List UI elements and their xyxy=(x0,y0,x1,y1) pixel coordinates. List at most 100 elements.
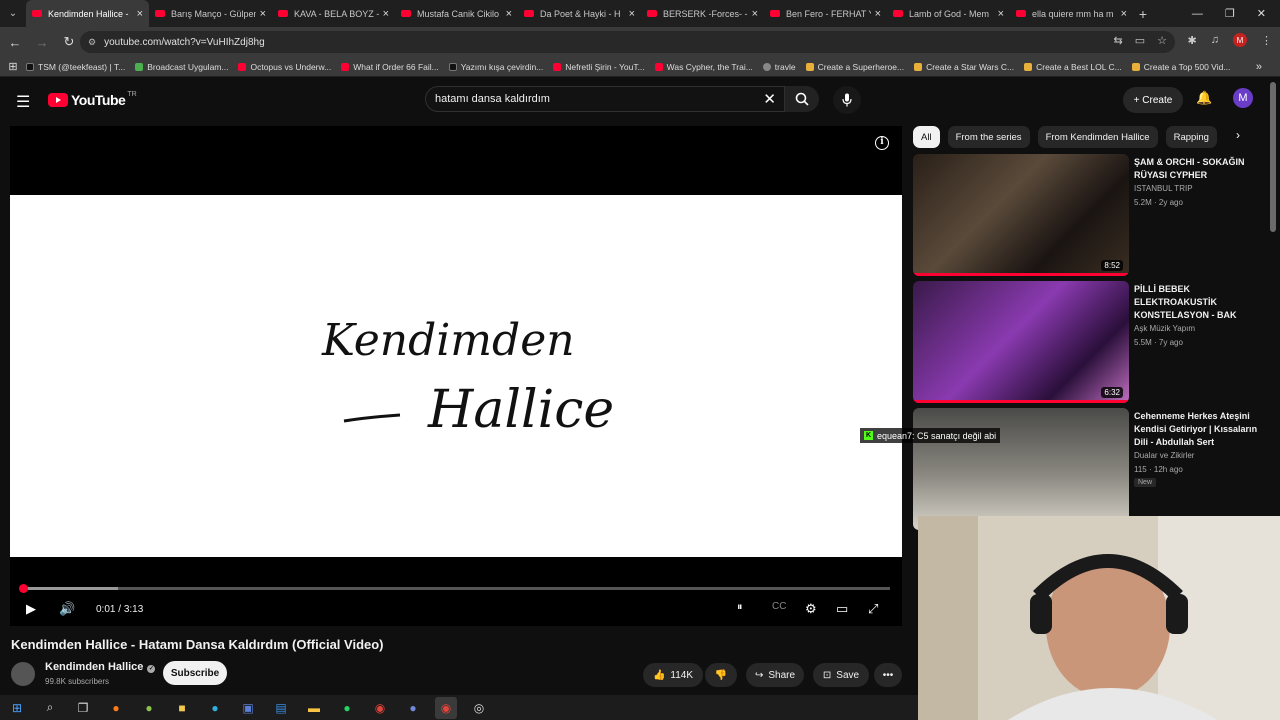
bookmark-item[interactable]: Broadcast Uygulam... xyxy=(135,62,228,72)
bookmarks-overflow-icon[interactable]: » xyxy=(1256,61,1262,73)
bookmark-item[interactable]: Nefretli Şirin - YouT... xyxy=(553,62,645,72)
chrome-active-icon[interactable]: ◉ xyxy=(435,696,457,719)
more-actions-button[interactable]: ••• xyxy=(874,663,902,687)
browser-tab[interactable]: Mustafa Canik Cikilo × xyxy=(395,0,518,27)
like-button[interactable]: 👍 114K xyxy=(643,663,703,687)
media-controls-icon[interactable]: ♫ xyxy=(1211,34,1219,46)
chrome-icon[interactable]: ◉ xyxy=(369,697,391,719)
captions-icon[interactable]: CC xyxy=(772,601,786,612)
volume-icon[interactable]: 🔊 xyxy=(59,601,75,617)
browser-tab[interactable]: BERSERK -Forces- - Y × xyxy=(641,0,764,27)
bookmark-item[interactable]: Octopus vs Underw... xyxy=(238,62,331,72)
close-tab-icon[interactable]: × xyxy=(383,8,389,20)
notifications-bell-icon[interactable]: 🔔 xyxy=(1196,90,1212,106)
close-tab-icon[interactable]: × xyxy=(998,8,1004,20)
back-icon[interactable]: ← xyxy=(3,35,27,50)
edge-icon[interactable]: ● xyxy=(204,697,226,719)
fullscreen-icon[interactable]: ⤢ xyxy=(868,601,878,617)
store-icon[interactable]: ■ xyxy=(171,697,193,719)
bookmark-item[interactable]: travle xyxy=(762,62,796,72)
close-tab-icon[interactable]: × xyxy=(137,8,143,20)
search-button[interactable] xyxy=(785,86,819,112)
browser-menu-icon[interactable]: ⋮ xyxy=(1261,34,1272,47)
page-scrollbar[interactable] xyxy=(1270,82,1276,232)
close-window-icon[interactable]: ✕ xyxy=(1257,7,1266,20)
windows-start-icon[interactable]: ⊞ xyxy=(6,697,28,719)
youtube-logo[interactable]: YouTube TR xyxy=(48,91,137,108)
bookmark-item[interactable]: Was Cypher, the Trai... xyxy=(654,62,753,72)
translate-icon[interactable]: ⇆ xyxy=(1114,34,1123,47)
thumbnail[interactable] xyxy=(913,408,1129,530)
bookmark-item[interactable]: Create a Star Wars C... xyxy=(914,62,1014,72)
thumbnail[interactable]: 8:52 xyxy=(913,154,1129,276)
settings-gear-icon[interactable]: ⚙ xyxy=(805,601,817,617)
subscribe-button[interactable]: Subscribe xyxy=(163,661,227,685)
recommendation-1[interactable]: 8:52 ŞAM & ORCHI - SOKAĞIN RÜYASI CYPHER… xyxy=(913,154,1273,276)
file-explorer-icon[interactable]: ▬ xyxy=(303,697,325,719)
chevron-right-icon[interactable]: › xyxy=(1236,128,1240,142)
profile-avatar[interactable]: M xyxy=(1233,33,1247,47)
bookmark-star-icon[interactable]: ☆ xyxy=(1157,34,1167,47)
close-tab-icon[interactable]: × xyxy=(875,8,881,20)
filter-chip[interactable]: Rapping xyxy=(1165,126,1217,148)
bookmark-item[interactable]: Create a Top 500 Vid... xyxy=(1131,62,1230,72)
search-input[interactable]: hatamı dansa kaldırdım ✕ xyxy=(425,86,785,112)
browser-tab[interactable]: KAVA - BELA BOYZ - × xyxy=(272,0,395,27)
extensions-icon[interactable]: ✱ xyxy=(1188,34,1197,47)
filter-chip[interactable]: From Kendimden Hallice xyxy=(1037,126,1158,148)
video-frame[interactable]: Kendimden Hallice xyxy=(10,195,902,557)
clear-search-icon[interactable]: ✕ xyxy=(763,90,776,108)
search-icon[interactable]: ⌕ xyxy=(39,697,61,719)
bookmark-item[interactable]: TSM (@teekfeast) | T... xyxy=(26,62,125,72)
app-icon[interactable]: ▣ xyxy=(237,697,259,719)
channel-name[interactable]: Kendimden Hallice ✓ xyxy=(45,661,156,673)
bookmark-item[interactable]: What if Order 66 Fail... xyxy=(341,62,439,72)
menu-icon[interactable]: ☰ xyxy=(16,92,30,112)
video-player[interactable]: i Kendimden Hallice ▶ 🔊 0:01 / 3:13 ⏸ CC… xyxy=(10,126,902,626)
browser-tab[interactable]: Lamb of God - Mem × xyxy=(887,0,1010,27)
info-icon[interactable]: i xyxy=(875,136,889,150)
voice-search-button[interactable] xyxy=(833,86,861,114)
address-bar[interactable]: ⚙ youtube.com/watch?v=VuHIhZdj8hg ⇆ ▭ ☆ xyxy=(80,31,1175,53)
channel-avatar[interactable] xyxy=(11,662,35,686)
whatsapp-icon[interactable]: ● xyxy=(336,697,358,719)
discord-icon[interactable]: ● xyxy=(402,697,424,719)
site-info-icon[interactable]: ⚙ xyxy=(88,37,96,48)
close-tab-icon[interactable]: × xyxy=(752,8,758,20)
recommendation-2[interactable]: 6:32 PİLLİ BEBEK ELEKTROAKUSTİK KONSTELA… xyxy=(913,281,1273,403)
browser-tab[interactable]: Kendimden Hallice - × xyxy=(26,0,149,27)
app-icon[interactable]: ● xyxy=(138,697,160,719)
share-button[interactable]: ↪ Share xyxy=(746,663,804,687)
progress-bar[interactable] xyxy=(19,584,890,593)
account-avatar[interactable]: M xyxy=(1233,88,1253,108)
cast-icon[interactable]: ▭ xyxy=(1135,34,1145,47)
restore-icon[interactable]: ❐ xyxy=(1225,7,1235,20)
recommendation-3[interactable]: Cehenneme Herkes Ateşini Kendisi Getiriy… xyxy=(913,408,1273,530)
close-tab-icon[interactable]: × xyxy=(506,8,512,20)
browser-tab[interactable]: Da Poet & Hayki - H × xyxy=(518,0,641,27)
autoplay-toggle-icon[interactable]: ⏸ xyxy=(737,601,743,614)
thumbnail[interactable]: 6:32 xyxy=(913,281,1129,403)
reload-icon[interactable]: ↻ xyxy=(57,34,81,50)
close-tab-icon[interactable]: × xyxy=(629,8,635,20)
apps-grid-icon[interactable]: ⊞ xyxy=(0,60,26,73)
dislike-button[interactable]: 👎 xyxy=(705,663,737,687)
minimize-icon[interactable]: — xyxy=(1192,8,1203,20)
firefox-icon[interactable]: ● xyxy=(105,697,127,719)
browser-tab[interactable]: ella quiere mm ha m × xyxy=(1010,0,1133,27)
close-tab-icon[interactable]: × xyxy=(1121,8,1127,20)
scrubber-handle[interactable] xyxy=(19,584,28,593)
theater-mode-icon[interactable]: ▭ xyxy=(836,601,848,617)
filter-chip[interactable]: From the series xyxy=(947,126,1030,148)
task-view-icon[interactable]: ❐ xyxy=(72,697,94,719)
create-button[interactable]: + Create xyxy=(1123,87,1183,113)
bookmark-item[interactable]: Create a Best LOL C... xyxy=(1024,62,1122,72)
browser-tab[interactable]: Ben Fero - FERHAT Y × xyxy=(764,0,887,27)
new-tab-button[interactable]: + xyxy=(1133,6,1153,22)
close-tab-icon[interactable]: × xyxy=(260,8,266,20)
forward-icon[interactable]: → xyxy=(30,35,54,50)
bookmark-item[interactable]: Create a Superheroe... xyxy=(805,62,904,72)
tab-search-icon[interactable]: ⌄ xyxy=(0,0,26,27)
filter-chip[interactable]: All xyxy=(913,126,940,148)
save-button[interactable]: ⊡ Save xyxy=(813,663,869,687)
